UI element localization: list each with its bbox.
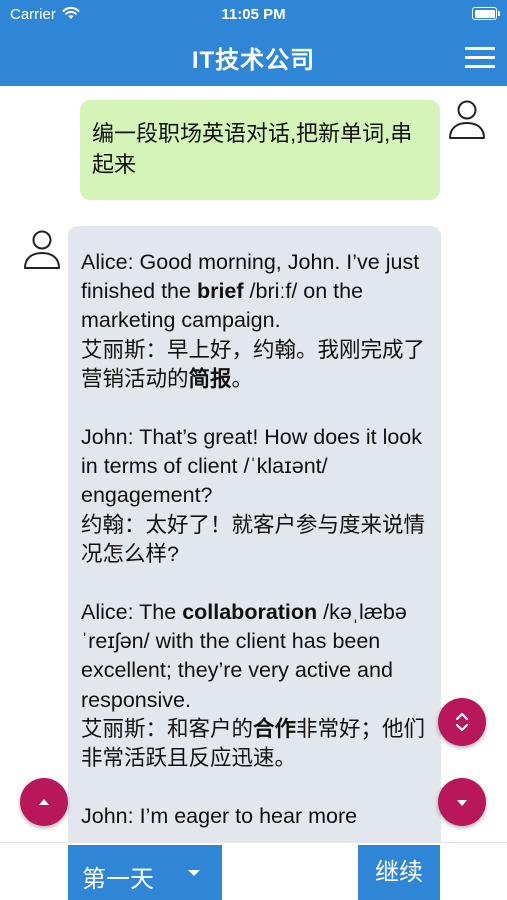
message-text: 。 (231, 366, 254, 391)
bot-message-line: John: That’s great! How does it look in … (81, 423, 428, 511)
nav-bar: IT技术公司 (0, 28, 507, 86)
page-title: IT技术公司 (191, 47, 316, 74)
bot-avatar-icon (24, 230, 60, 269)
vocabulary-word: 简报 (188, 366, 232, 391)
chevron-down-icon (188, 870, 200, 876)
message-text: John: That’s great! How does it look in … (81, 425, 423, 508)
scroll-down-button[interactable] (438, 778, 486, 826)
bot-message-paragraph: John: That’s great! How does it look in … (81, 423, 428, 569)
clock: 11:05 PM (221, 6, 286, 23)
vocabulary-word: brief (196, 279, 244, 304)
bot-message-bubble: Alice: Good morning, John. I’ve just fin… (68, 226, 441, 842)
caret-up-icon (39, 799, 49, 805)
bot-message-line: Alice: The collaboration /kəˌlæbəˈreɪʃən… (81, 598, 428, 715)
status-bar: Carrier 11:05 PM (0, 0, 507, 28)
bot-message-paragraph: Alice: The collaboration /kəˌlæbəˈreɪʃən… (81, 598, 428, 773)
message-text: 约翰：太好了！就客户参与度来说情况怎么样? (81, 512, 426, 566)
caret-down-icon (457, 800, 467, 806)
bottom-bar: 第一天 继续 (0, 842, 507, 900)
bot-message-line: 约翰：太好了！就客户参与度来说情况怎么样? (81, 511, 428, 569)
message-text: Alice: The (81, 600, 183, 625)
bot-message-line: 艾丽斯：早上好，约翰。我刚完成了营销活动的简报。 (81, 336, 428, 394)
message-text: John: I’m eager to hear more (81, 804, 358, 829)
battery-icon (472, 7, 500, 20)
chevron-up-down-icon (455, 712, 469, 732)
hamburger-menu-icon[interactable] (465, 45, 495, 69)
user-message-bubble: 编一段职场英语对话,把新单词,串起来 (80, 100, 440, 200)
user-avatar-icon (449, 100, 485, 139)
user-message-text: 编一段职场英语对话,把新单词,串起来 (92, 121, 413, 177)
bot-message-line: John: I’m eager to hear more (81, 802, 428, 831)
bot-message-line: Alice: Good morning, John. I’ve just fin… (81, 248, 428, 336)
vocabulary-word: collaboration (182, 600, 318, 625)
vocabulary-word: 合作 (253, 716, 297, 741)
bot-message-paragraph: John: I’m eager to hear more (81, 802, 428, 831)
scroll-up-button[interactable] (20, 778, 68, 826)
bot-message-paragraph: Alice: Good morning, John. I’ve just fin… (81, 248, 428, 394)
day-select-button[interactable]: 第一天 (68, 845, 222, 900)
scroll-toggle-button[interactable] (438, 698, 486, 746)
chat-area[interactable]: 编一段职场英语对话,把新单词,串起来 Alice: Good morning, … (0, 86, 507, 842)
day-select-label: 第一天 (82, 866, 154, 893)
bot-message-line: 艾丽斯：和客户的合作非常好；他们非常活跃且反应迅速。 (81, 715, 428, 773)
message-text: 艾丽斯：和客户的 (81, 716, 254, 741)
continue-button[interactable]: 继续 (358, 845, 440, 900)
